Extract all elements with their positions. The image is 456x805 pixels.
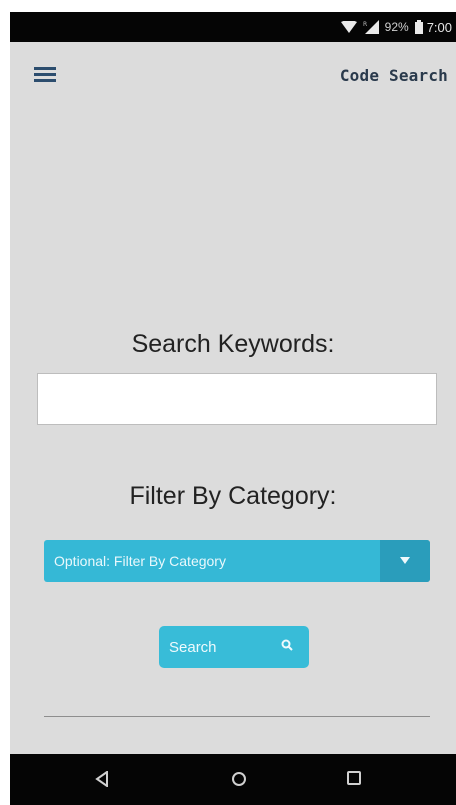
search-button-label: Search: [169, 638, 217, 656]
clock: 7:00: [426, 19, 452, 35]
navigation-bar: [10, 754, 456, 805]
keywords-input[interactable]: [37, 373, 437, 425]
triangle-down-icon: [380, 540, 430, 582]
recents-icon[interactable]: [347, 771, 361, 790]
battery-percent: 92%: [384, 20, 409, 34]
divider: [44, 716, 430, 717]
category-select-value: Optional: Filter By Category: [54, 553, 226, 569]
battery-icon: [414, 20, 423, 34]
home-icon[interactable]: [231, 771, 247, 792]
search-button[interactable]: Search: [159, 626, 309, 668]
app-title: Code Search: [339, 66, 448, 85]
phone-screen: R 92% 7:00 Code Search Search Keywords: …: [10, 12, 456, 805]
status-bar: R 92% 7:00: [10, 12, 456, 42]
back-icon[interactable]: [95, 770, 109, 792]
category-label: Filter By Category:: [129, 482, 337, 510]
keywords-label: Search Keywords:: [131, 330, 335, 358]
magnifier-icon: [281, 638, 293, 656]
wifi-icon: [340, 20, 357, 34]
hamburger-menu-icon[interactable]: [34, 67, 56, 85]
signal-icon: R: [363, 20, 379, 34]
svg-text:R: R: [363, 21, 367, 28]
category-select[interactable]: Optional: Filter By Category: [44, 540, 430, 582]
